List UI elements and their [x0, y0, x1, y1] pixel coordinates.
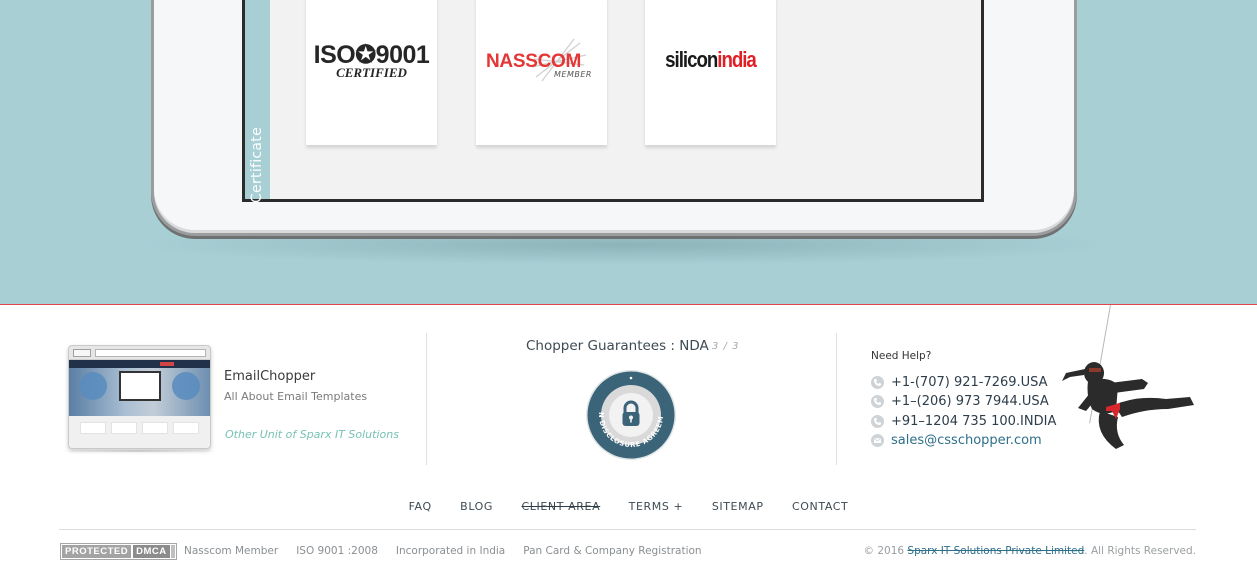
copyright-prefix: © 2016	[863, 545, 908, 557]
siliconindia-logo: siliconindia	[655, 47, 766, 73]
dmca-badge-mark	[170, 545, 175, 558]
certificate-hero: Certificate ISO✪9001 CERTIFIED NASSCOM M…	[0, 0, 1257, 305]
contact-phone-usa-2[interactable]: +1–(206) 973 7944.USA	[871, 392, 1056, 411]
browser-toolbar	[69, 346, 210, 360]
nav-link-faq[interactable]: FAQ	[409, 500, 432, 513]
copyright-suffix: . All Rights Reserved.	[1084, 545, 1196, 557]
nav-link-contact[interactable]: CONTACT	[792, 500, 848, 513]
site-nav-button	[160, 362, 174, 366]
footer-divider	[59, 529, 1196, 530]
nda-badge[interactable]: NON DISCLOSURE AGREEMENT	[585, 369, 677, 461]
ninja-mascot-icon	[1062, 362, 1194, 449]
emailchopper-screenshot[interactable]	[68, 345, 211, 449]
contact-list: +1-(707) 921-7269.USA +1–(206) 973 7944.…	[871, 373, 1056, 450]
siliconindia-certificate-card[interactable]: siliconindia	[645, 0, 776, 145]
dmca-badge-right: DMCA	[133, 545, 170, 558]
integration-logos	[69, 422, 210, 438]
company-link[interactable]: Sparx IT Solutions Private Limited	[907, 545, 1084, 557]
iso-logo-subtext: CERTIFIED	[336, 65, 407, 80]
unit-tagline: All About Email Templates	[224, 390, 368, 403]
phone-icon	[871, 376, 884, 390]
integration-logo	[79, 422, 106, 434]
screenshot-shadow	[58, 450, 218, 452]
nasscom-certificate-card[interactable]: NASSCOM MEMBER	[476, 0, 607, 145]
footer: EmailChopper All About Email Templates O…	[0, 305, 1257, 570]
copyright: © 2016 Sparx IT Solutions Private Limite…	[864, 543, 1197, 559]
monitor-image	[119, 371, 161, 401]
contact-text: +1–(206) 973 7944.USA	[891, 394, 1049, 410]
need-help-title: Need Help?	[871, 350, 932, 362]
dmca-protected-badge[interactable]: PROTECTED DMCA	[60, 543, 177, 560]
nasscom-logo-subtext: MEMBER	[554, 70, 592, 79]
contact-email-link[interactable]: sales@csschopper.com	[891, 433, 1042, 448]
browser-url-bar	[95, 349, 206, 357]
guarantees-counter: 3 / 3	[712, 341, 740, 352]
siliconindia-logo-black: silicon	[665, 47, 718, 72]
integration-logo	[110, 422, 137, 434]
bottom-link-nasscom[interactable]: Nasscom Member	[184, 543, 278, 559]
contact-text: +1-(707) 921-7269.USA	[891, 375, 1048, 391]
contact-phone-usa-1[interactable]: +1-(707) 921-7269.USA	[871, 373, 1056, 392]
certificate-side-strip: Certificate	[245, 0, 270, 203]
certificate-section-label: Certificate	[249, 126, 265, 204]
dmca-badge-left: PROTECTED	[62, 545, 132, 558]
nav-link-terms[interactable]: TERMS +	[629, 500, 684, 513]
nav-link-blog[interactable]: BLOG	[460, 500, 493, 513]
siliconindia-logo-red: india	[717, 47, 757, 72]
other-unit-text: Other Unit of Sparx IT Solutions	[225, 428, 399, 441]
column-divider	[836, 333, 837, 465]
bottom-link-pan-card[interactable]: Pan Card & Company Registration	[523, 543, 701, 559]
site-hero-image	[69, 368, 210, 416]
bottom-link-iso[interactable]: ISO 9001 :2008	[296, 543, 378, 559]
tablet-screen: Certificate ISO✪9001 CERTIFIED NASSCOM M…	[242, 0, 984, 203]
integration-logo	[142, 422, 169, 434]
bottom-link-incorporated[interactable]: Incorporated in India	[396, 543, 505, 559]
contact-text: +91–1204 735 100.INDIA	[891, 413, 1057, 429]
email-icon	[871, 434, 884, 448]
contact-phone-india[interactable]: +91–1204 735 100.INDIA	[871, 412, 1056, 431]
column-divider	[426, 333, 427, 465]
nav-link-client-area[interactable]: CLIENT AREA	[522, 500, 601, 513]
guarantees-title: Chopper Guarantees : NDA	[526, 338, 709, 354]
nav-link-sitemap[interactable]: SITEMAP	[712, 500, 764, 513]
phone-icon	[871, 395, 884, 409]
desktop-badge	[79, 372, 107, 400]
integration-logo	[173, 422, 200, 434]
phone-icon	[871, 414, 884, 428]
browser-nav-buttons	[73, 349, 91, 357]
footer-nav: FAQ BLOG CLIENT AREA TERMS + SITEMAP CON…	[0, 497, 1257, 515]
responsive-badge	[172, 372, 200, 400]
unit-name-link[interactable]: EmailChopper	[224, 369, 315, 384]
site-navbar	[69, 360, 210, 368]
contact-email[interactable]: sales@csschopper.com	[871, 431, 1056, 450]
iso-certificate-card[interactable]: ISO✪9001 CERTIFIED	[306, 0, 437, 145]
bottom-links: Nasscom Member ISO 9001 :2008 Incorporat…	[184, 543, 720, 559]
